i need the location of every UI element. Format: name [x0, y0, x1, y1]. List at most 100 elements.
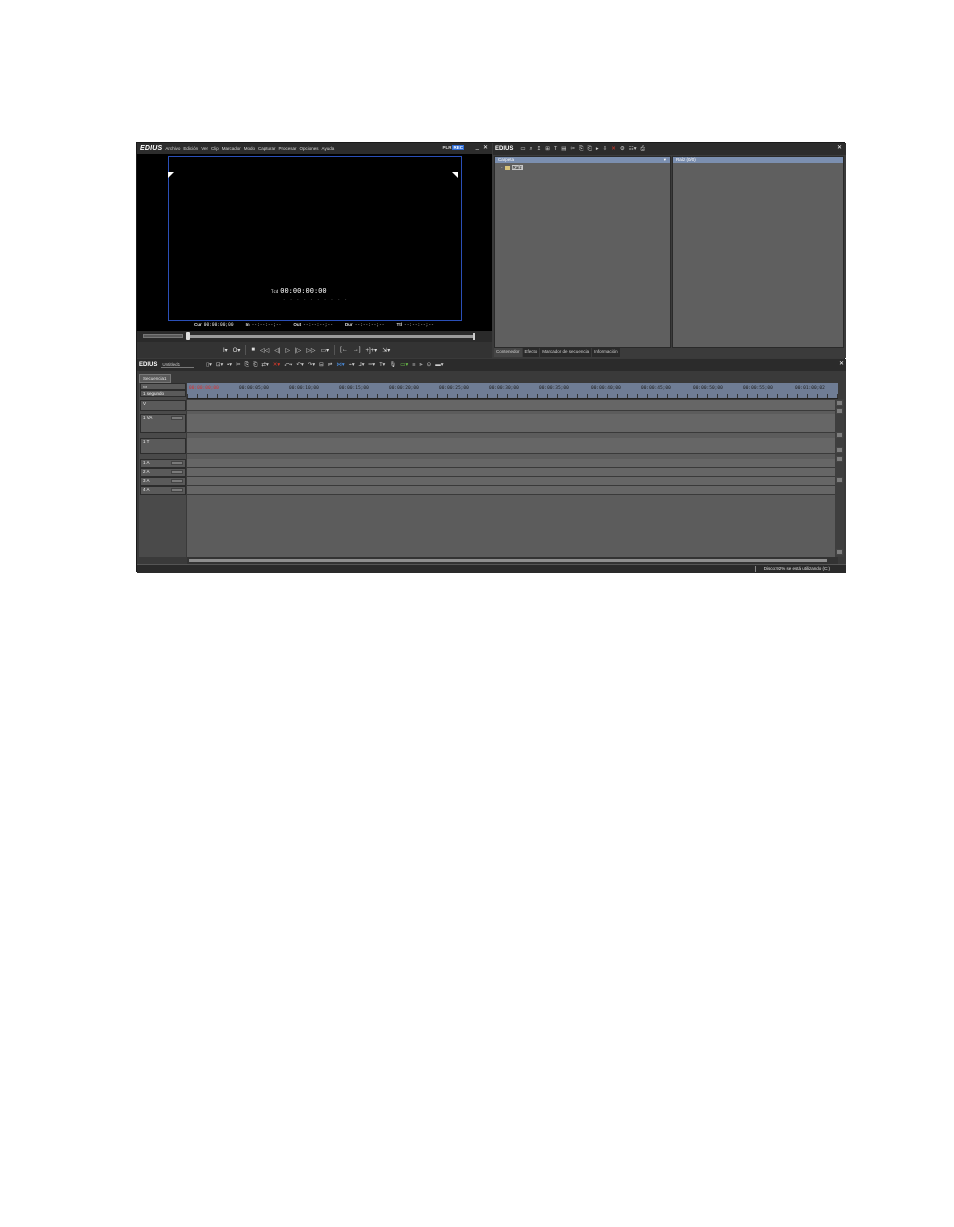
- undo-icon[interactable]: ↶▾: [296, 362, 303, 368]
- open-project-icon[interactable]: ⊡▾: [216, 362, 223, 368]
- scroll-button[interactable]: [836, 456, 843, 462]
- rewind-icon[interactable]: ◁◁: [260, 347, 269, 354]
- lane-v[interactable]: [187, 400, 835, 411]
- scroll-button[interactable]: [836, 447, 843, 453]
- lane-a1[interactable]: [187, 459, 835, 468]
- print-icon[interactable]: ⎙: [640, 146, 644, 153]
- player-icon[interactable]: ▸: [596, 146, 599, 152]
- rec-button[interactable]: REC: [452, 145, 464, 150]
- link-icon[interactable]: ═▾: [369, 362, 376, 368]
- sequence-name[interactable]: Untitled1: [161, 362, 195, 368]
- folder-dropdown-icon[interactable]: ▾: [664, 157, 666, 163]
- cut-icon[interactable]: ✂: [570, 146, 575, 152]
- audio-mute-icon[interactable]: [171, 488, 183, 492]
- player-recorder-toggle[interactable]: PLR REC: [441, 145, 464, 150]
- track-visibility-icon[interactable]: [171, 416, 183, 420]
- new-project-icon[interactable]: ▯▾: [206, 362, 212, 368]
- voice-over-icon[interactable]: 🎙: [389, 362, 396, 368]
- step-back-icon[interactable]: ◁|: [274, 347, 280, 354]
- overwrite-icon[interactable]: →]: [353, 347, 361, 353]
- track-header-v[interactable]: V: [140, 400, 186, 411]
- sync-lock-icon[interactable]: ⋈▾: [336, 362, 344, 368]
- track-header-va[interactable]: 1 VA: [140, 414, 186, 433]
- position-slider-handle[interactable]: [186, 332, 190, 340]
- scroll-button[interactable]: [836, 549, 843, 555]
- replace-icon[interactable]: ⇄▾: [261, 362, 268, 368]
- menu-ver[interactable]: Ver: [201, 146, 208, 151]
- plr-button[interactable]: PLR: [441, 145, 452, 150]
- marker-icon[interactable]: ⅃▾: [359, 362, 365, 368]
- lane-a3[interactable]: [187, 477, 835, 486]
- audio-mute-icon[interactable]: [171, 470, 183, 474]
- set-in-icon[interactable]: I▾: [223, 347, 228, 354]
- track-header-a2[interactable]: 2 A: [140, 468, 186, 477]
- delete-icon[interactable]: ✕: [611, 146, 616, 152]
- timescale-selector[interactable]: 1 segundo: [140, 390, 186, 397]
- zoom-control[interactable]: ▭: [140, 383, 186, 390]
- snap-icon[interactable]: ⌁▾: [349, 362, 355, 368]
- menu-capturar[interactable]: Capturar: [258, 146, 276, 151]
- horizontal-scroll-thumb[interactable]: [189, 559, 827, 562]
- paste-icon[interactable]: ⎗: [587, 146, 591, 153]
- scroll-button[interactable]: [836, 400, 843, 406]
- tab-informacion[interactable]: Información: [592, 348, 620, 357]
- search-icon[interactable]: ⌕: [530, 146, 533, 153]
- scroll-button[interactable]: [836, 477, 843, 483]
- menu-clip[interactable]: Clip: [211, 146, 219, 151]
- expand-icon[interactable]: -: [501, 165, 503, 170]
- scroll-button[interactable]: [836, 408, 843, 414]
- menu-modo[interactable]: Modo: [244, 146, 255, 151]
- mode-icon[interactable]: ⇌: [328, 362, 333, 368]
- color-bar-icon[interactable]: ▤: [561, 146, 566, 152]
- tab-efecto[interactable]: Efecto: [522, 348, 540, 357]
- ripple-delete-icon[interactable]: ⤺▾: [284, 362, 292, 369]
- sequence-tab[interactable]: Secuencia1: [139, 374, 171, 383]
- step-forward-icon[interactable]: |▷: [295, 347, 301, 354]
- lane-va[interactable]: [187, 414, 835, 433]
- menu-opciones[interactable]: Opciones: [300, 146, 319, 151]
- vertical-scrollbar[interactable]: [835, 399, 844, 557]
- add-edit-icon[interactable]: ⊟: [319, 362, 324, 368]
- track-area[interactable]: [187, 400, 835, 557]
- copy-icon[interactable]: ⎘: [579, 146, 583, 153]
- close-icon[interactable]: ✕: [483, 144, 488, 151]
- lane-a2[interactable]: [187, 468, 835, 477]
- stop-icon[interactable]: ■: [251, 347, 255, 353]
- settings-icon[interactable]: ⊙: [427, 362, 432, 368]
- position-slider-track[interactable]: [188, 335, 475, 338]
- ripple-icon[interactable]: +]+▾: [366, 347, 378, 354]
- tab-contenedor[interactable]: Contenedor: [494, 348, 522, 357]
- scroll-button[interactable]: [836, 432, 843, 438]
- cut-icon[interactable]: ✂: [236, 362, 241, 368]
- timeline-close-icon[interactable]: ✕: [839, 360, 844, 367]
- copy-icon[interactable]: ⎘: [245, 362, 249, 369]
- tab-marcador-secuencia[interactable]: Marcador de secuencia: [540, 348, 592, 357]
- delete-icon[interactable]: ✕▾: [273, 362, 280, 368]
- mixer-icon[interactable]: ⫸: [419, 362, 422, 369]
- menu-archivo[interactable]: Archivo: [165, 146, 180, 151]
- loop-icon[interactable]: ▭▾: [320, 347, 329, 354]
- render-icon[interactable]: ▭▾: [400, 362, 408, 368]
- menu-procesar[interactable]: Procesar: [279, 146, 297, 151]
- lane-t[interactable]: [187, 438, 835, 454]
- lane-a4[interactable]: [187, 486, 835, 495]
- zoom-slider-icon[interactable]: ▭: [143, 384, 147, 389]
- title-icon[interactable]: T: [554, 146, 557, 152]
- track-header-a3[interactable]: 3 A: [140, 477, 186, 486]
- insert-icon[interactable]: [←: [340, 347, 348, 353]
- folder-view-icon[interactable]: ▭: [520, 146, 525, 152]
- add-clip-icon[interactable]: ⊞: [545, 146, 550, 152]
- view-mode-icon[interactable]: ☷▾: [629, 146, 637, 152]
- properties-icon[interactable]: ⚙: [620, 146, 625, 152]
- export-icon[interactable]: ▬▾: [435, 362, 443, 368]
- menu-edicion[interactable]: Edición: [183, 146, 198, 151]
- title-create-icon[interactable]: T▾: [379, 362, 385, 368]
- redo-icon[interactable]: ↷▾: [308, 362, 315, 368]
- bin-close-icon[interactable]: ✕: [837, 144, 842, 151]
- save-project-icon[interactable]: ▪▾: [227, 362, 232, 368]
- set-out-icon[interactable]: O▾: [233, 347, 241, 354]
- track-header-t[interactable]: 1 T: [140, 438, 186, 454]
- audio-mute-icon[interactable]: [171, 461, 183, 465]
- track-header-a4[interactable]: 4 A: [140, 486, 186, 495]
- fast-forward-icon[interactable]: ▷▷: [306, 347, 315, 354]
